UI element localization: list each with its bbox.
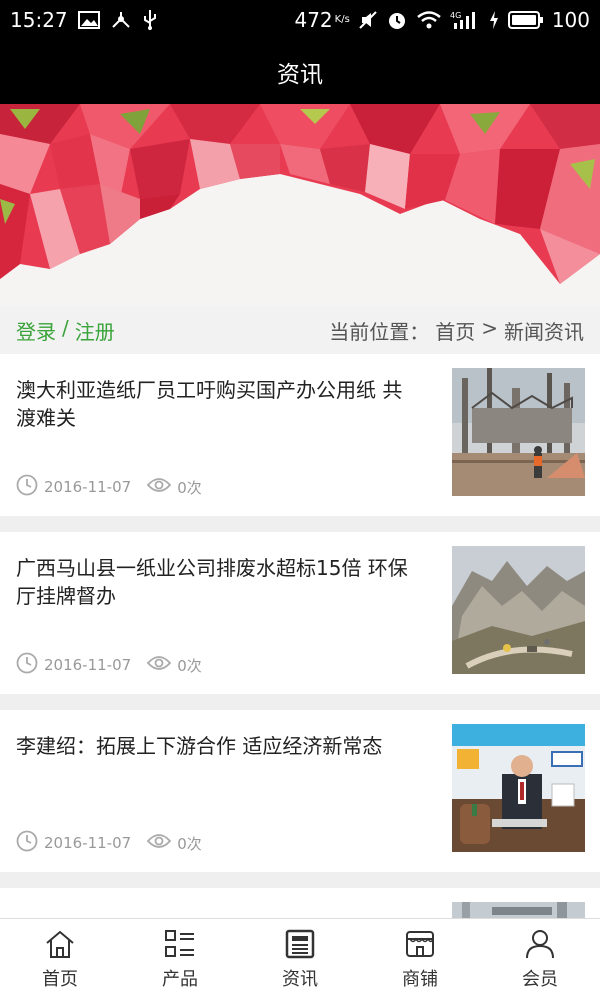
battery-icon (507, 11, 544, 29)
news-item[interactable]: 澳大利亚造纸厂员工吁购买国产办公用纸 共渡难关 2016-11-07 0次 (0, 354, 600, 516)
usb-icon (142, 9, 158, 31)
net-speed: 472 (294, 8, 333, 32)
home-icon (44, 929, 76, 959)
divider (0, 694, 600, 710)
tab-member[interactable]: 会员 (480, 919, 600, 1000)
tab-products[interactable]: 产品 (120, 919, 240, 1000)
store-icon (404, 929, 436, 959)
breadcrumb-arrow: > (481, 315, 498, 340)
news-meta: 2016-11-07 0次 (16, 830, 218, 856)
user-icon (524, 929, 556, 959)
alarm-icon (386, 9, 408, 31)
news-meta: 2016-11-07 0次 (16, 474, 218, 500)
news-views: 0次 (177, 656, 202, 675)
news-item[interactable]: 广西马山县一纸业公司排废水超标15倍 环保厅挂牌督办 2016-11-07 0次 (0, 532, 600, 694)
clock: 15:27 (10, 8, 68, 32)
news-thumbnail[interactable] (452, 724, 585, 852)
title-bar: 资讯 (0, 40, 600, 104)
clock-icon (16, 652, 38, 678)
tab-home[interactable]: 首页 (0, 919, 120, 1000)
register-link[interactable]: 注册 (75, 316, 115, 345)
news-icon (284, 929, 316, 959)
banner-image (0, 104, 600, 306)
tab-store[interactable]: 商铺 (360, 919, 480, 1000)
net-unit: K/s (334, 14, 350, 25)
battery-level: 100 (551, 8, 590, 32)
location-bar: 登录 / 注册 当前位置： 首页 > 新闻资讯 (0, 306, 600, 354)
tab-label: 首页 (42, 968, 78, 990)
news-title[interactable]: 澳大利亚造纸厂员工吁购买国产办公用纸 共渡难关 (16, 376, 416, 432)
wifi-icon (416, 10, 442, 30)
network-type-label: 4G (450, 11, 461, 20)
gallery-icon (77, 11, 100, 29)
grid-list-icon (164, 929, 196, 959)
bottom-tab-bar: 首页 产品 资讯 商铺 会员 (0, 918, 600, 1000)
breadcrumb: 当前位置： 首页 > 新闻资讯 (329, 316, 584, 345)
login-link[interactable]: 登录 (16, 316, 56, 345)
auth-separator: / (62, 315, 69, 340)
tab-news[interactable]: 资讯 (240, 919, 360, 1000)
news-item[interactable]: 李建绍：拓展上下游合作 适应经济新常态 2016-11-07 0次 (0, 710, 600, 872)
news-date: 2016-11-07 (44, 478, 132, 496)
news-thumbnail[interactable] (452, 546, 585, 674)
eye-icon (146, 476, 172, 498)
news-title[interactable]: 李建绍：拓展上下游合作 适应经济新常态 (16, 732, 416, 760)
news-views: 0次 (177, 834, 202, 853)
news-meta: 2016-11-07 0次 (16, 652, 218, 678)
breadcrumb-home[interactable]: 首页 (435, 316, 475, 345)
share-icon (110, 10, 132, 30)
news-list: 澳大利亚造纸厂员工吁购买国产办公用纸 共渡难关 2016-11-07 0次 广西… (0, 354, 600, 1000)
eye-icon (146, 654, 172, 676)
divider (0, 516, 600, 532)
clock-icon (16, 830, 38, 856)
status-bar: 15:27 472 K/s 4G 100 (0, 0, 600, 40)
news-thumbnail[interactable] (452, 368, 585, 496)
divider (0, 872, 600, 888)
news-date: 2016-11-07 (44, 656, 132, 674)
page-title: 资讯 (277, 62, 323, 88)
news-title[interactable]: 广西马山县一纸业公司排废水超标15倍 环保厅挂牌督办 (16, 554, 416, 610)
tab-label: 会员 (522, 968, 558, 990)
clock-icon (16, 474, 38, 500)
eye-icon (146, 832, 172, 854)
tab-label: 产品 (162, 968, 198, 990)
charging-icon (488, 10, 500, 30)
news-date: 2016-11-07 (44, 834, 132, 852)
mute-icon (358, 10, 378, 30)
signal-icon: 4G (450, 10, 480, 30)
tab-label: 商铺 (402, 968, 438, 990)
tab-label: 资讯 (282, 968, 318, 990)
breadcrumb-label: 当前位置： (329, 319, 430, 344)
news-views: 0次 (177, 478, 202, 497)
breadcrumb-section[interactable]: 新闻资讯 (504, 316, 584, 345)
